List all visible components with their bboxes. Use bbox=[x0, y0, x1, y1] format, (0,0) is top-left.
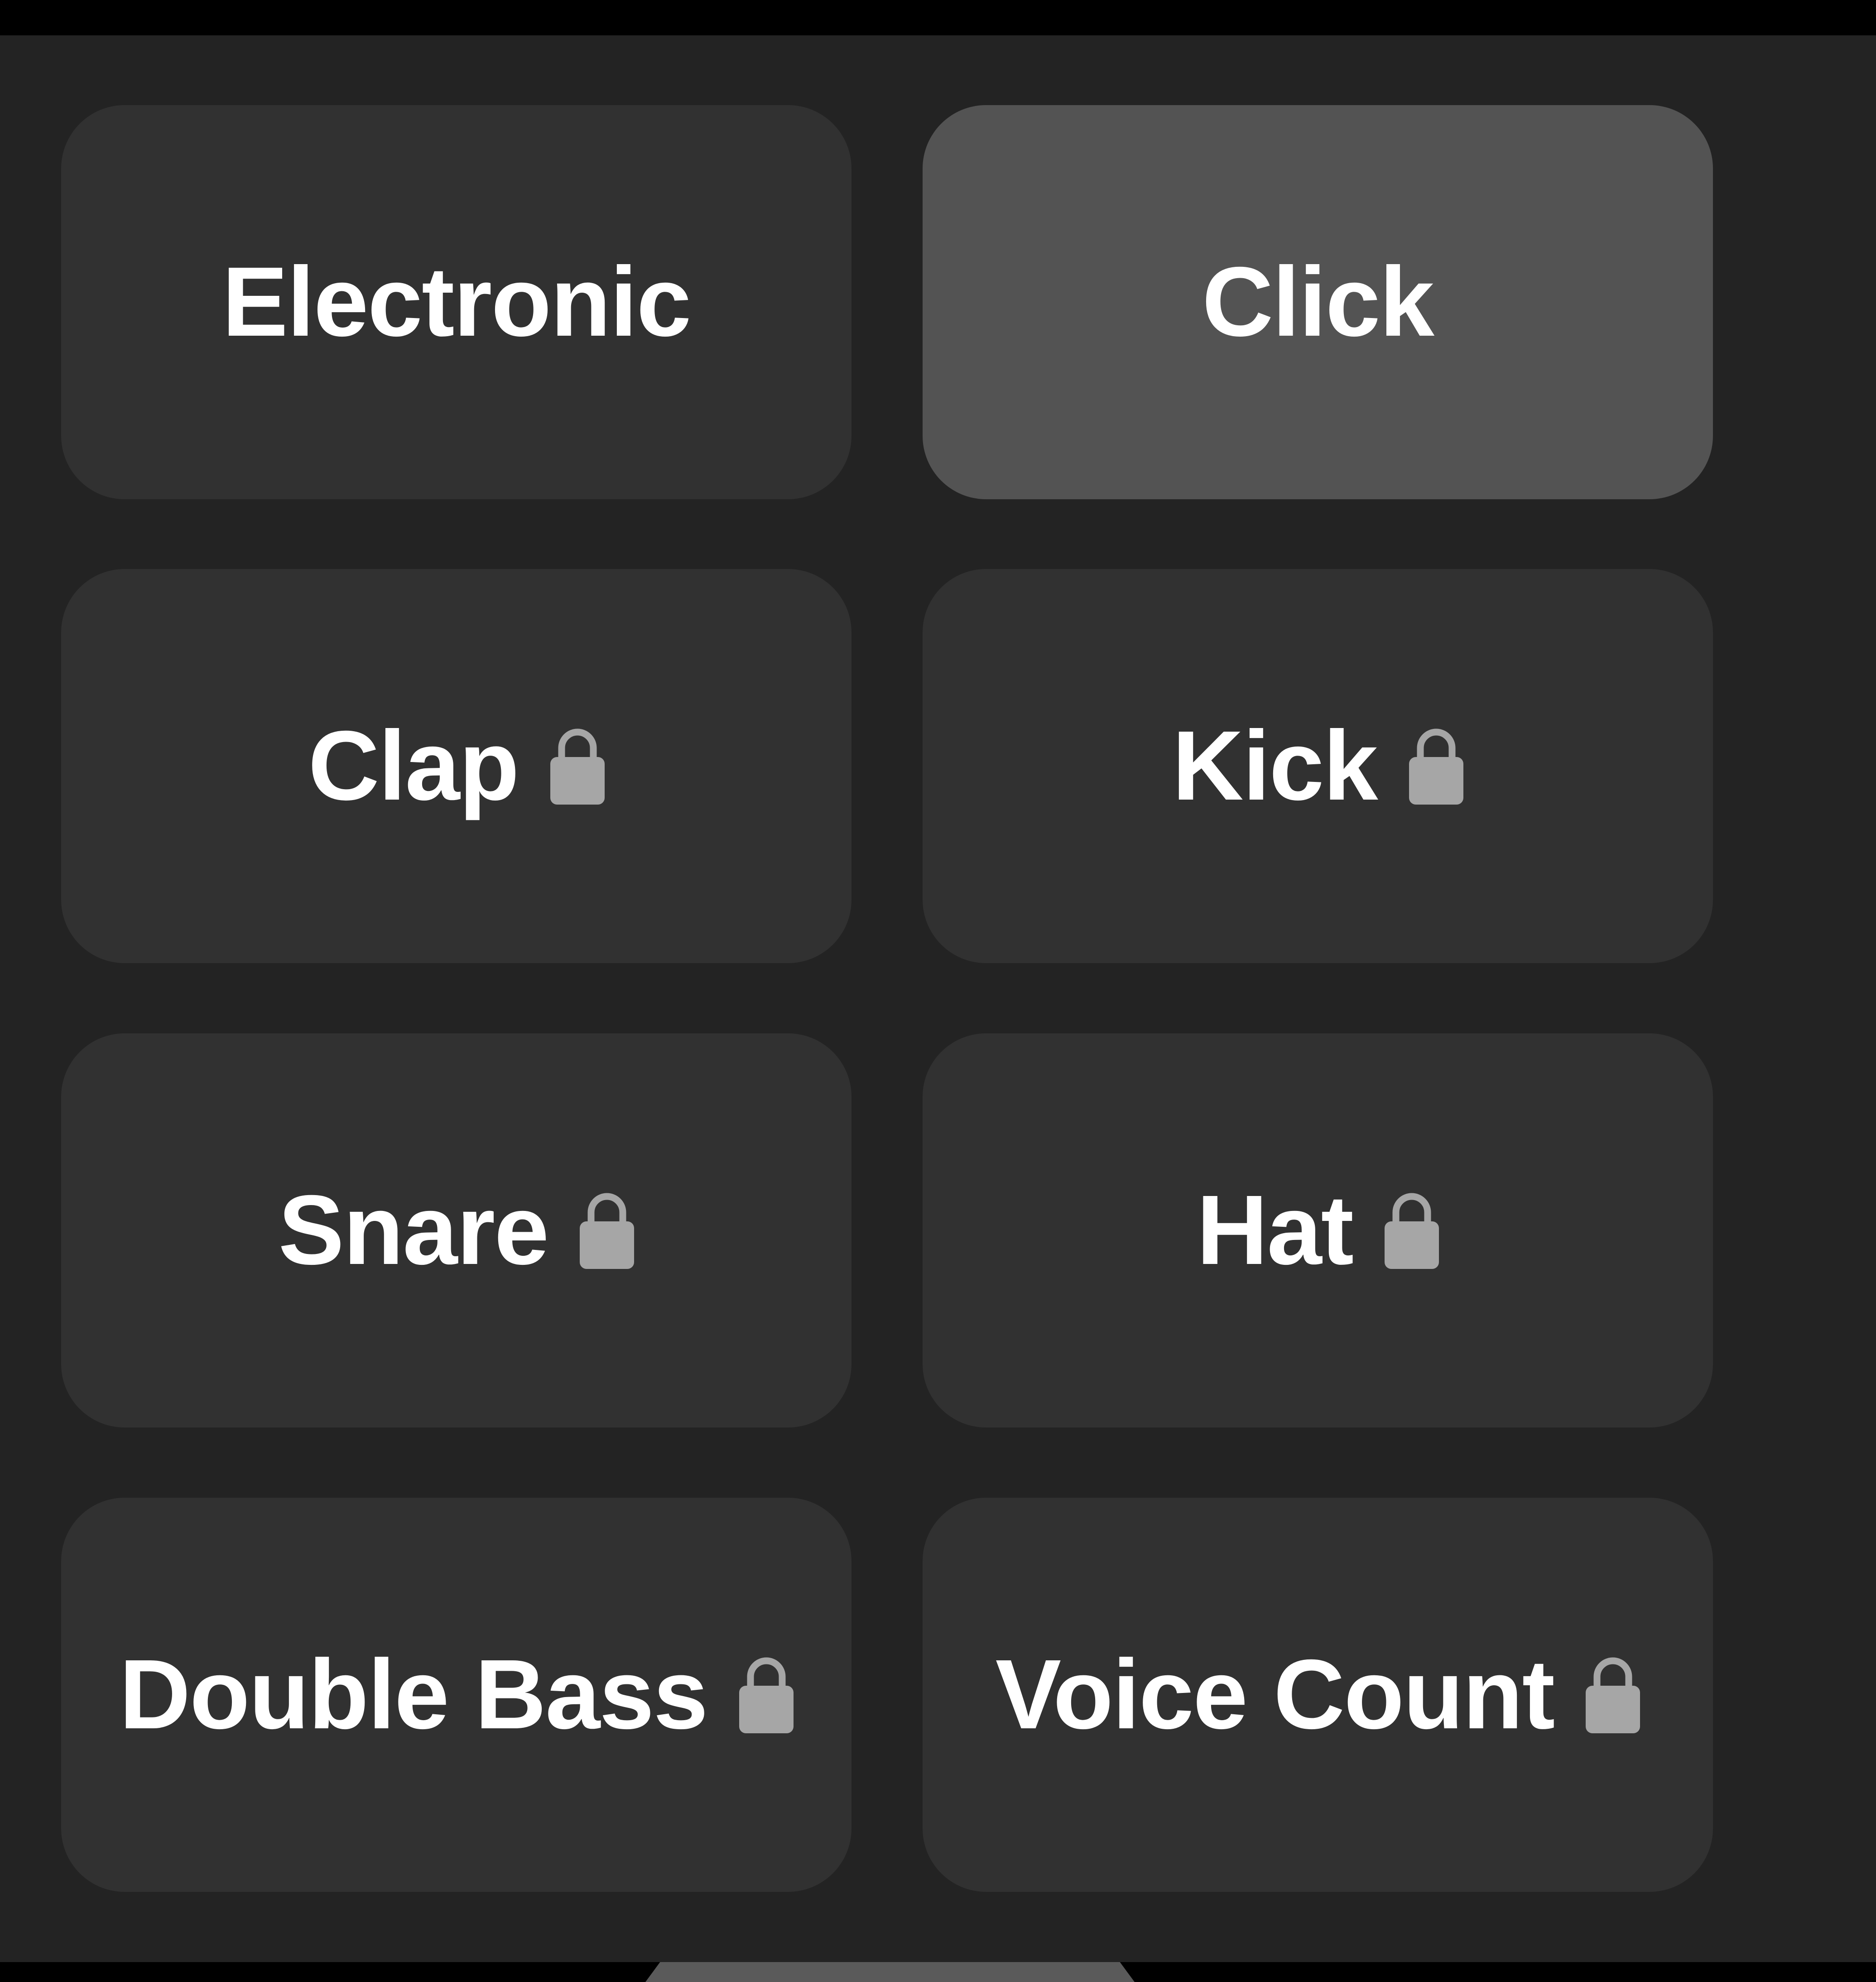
sound-option-label: Clap bbox=[308, 711, 519, 821]
lock-icon bbox=[739, 1656, 794, 1733]
lock-icon bbox=[1586, 1656, 1640, 1733]
sound-option-clap[interactable]: Clap bbox=[61, 569, 851, 963]
sound-option-label: Double Bass bbox=[119, 1640, 708, 1750]
sound-option-label: Hat bbox=[1196, 1175, 1354, 1285]
sound-option-label: Electronic bbox=[222, 247, 691, 357]
sound-option-label: Click bbox=[1202, 247, 1434, 357]
bottom-sheet-handle[interactable] bbox=[645, 1962, 1135, 1982]
lock-icon bbox=[1385, 1192, 1439, 1269]
sound-option-hat[interactable]: Hat bbox=[923, 1033, 1713, 1427]
lock-icon bbox=[550, 728, 605, 805]
sound-option-double-bass[interactable]: Double Bass bbox=[61, 1498, 851, 1892]
sound-option-kick[interactable]: Kick bbox=[923, 569, 1713, 963]
lock-icon bbox=[580, 1192, 635, 1269]
sound-option-electronic[interactable]: Electronic bbox=[61, 105, 851, 499]
sound-option-label: Kick bbox=[1172, 711, 1378, 821]
top-status-bar bbox=[0, 0, 1876, 35]
sound-option-click[interactable]: Click bbox=[923, 105, 1713, 499]
lock-icon bbox=[1409, 728, 1463, 805]
sound-option-snare[interactable]: Snare bbox=[61, 1033, 851, 1427]
sound-option-label: Voice Count bbox=[995, 1640, 1555, 1750]
sound-option-voice-count[interactable]: Voice Count bbox=[923, 1498, 1713, 1892]
sound-option-label: Snare bbox=[278, 1175, 549, 1285]
